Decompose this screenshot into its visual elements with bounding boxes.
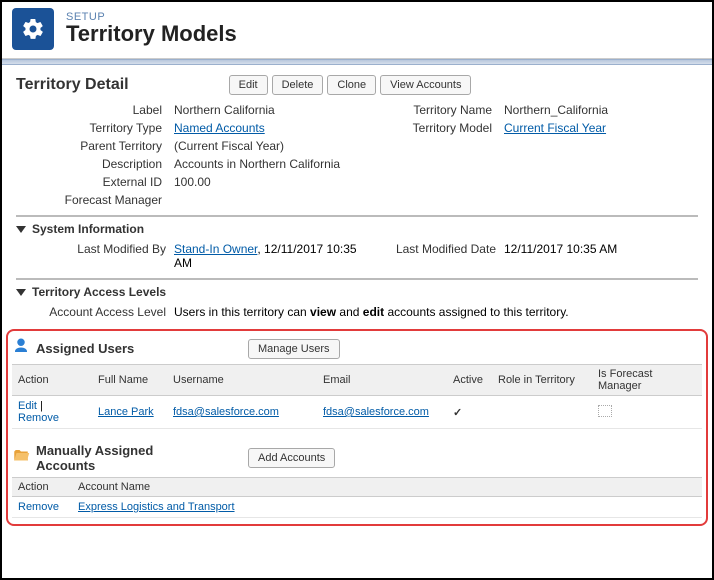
system-info-header[interactable]: System Information — [16, 215, 698, 236]
table-row: Edit | Remove Lance Park fdsa@salesforce… — [12, 396, 702, 429]
edit-link[interactable]: Edit — [18, 400, 37, 412]
collapse-icon — [16, 226, 26, 233]
assigned-users-title: Assigned Users — [36, 341, 134, 356]
parent-territory-value: (Current Fiscal Year) — [174, 139, 368, 153]
page-header: SETUP Territory Models — [2, 2, 712, 59]
detail-header: Territory Detail Edit Delete Clone View … — [16, 75, 698, 95]
system-info-row: Last Modified By Stand-In Owner, 12/11/2… — [16, 242, 698, 270]
user-fullname-link[interactable]: Lance Park — [98, 406, 154, 418]
territory-name-value: Northern_California — [504, 103, 698, 117]
forecast-manager-label: Forecast Manager — [16, 193, 166, 207]
territory-name-label: Territory Name — [376, 103, 496, 117]
last-modified-date-label: Last Modified Date — [376, 242, 496, 270]
user-icon — [12, 337, 30, 360]
manual-accounts-header: Manually Assigned Accounts Add Accounts — [12, 443, 702, 473]
territory-type-link[interactable]: Named Accounts — [174, 121, 265, 135]
access-levels-header[interactable]: Territory Access Levels — [16, 278, 698, 299]
label-value: Northern California — [174, 103, 368, 117]
assigned-users-header: Assigned Users Manage Users — [12, 337, 702, 360]
access-levels-label: Territory Access Levels — [32, 285, 166, 299]
user-username-link[interactable]: fdsa@salesforce.com — [173, 406, 279, 418]
remove-link[interactable]: Remove — [18, 412, 59, 424]
check-icon — [453, 407, 462, 419]
description-label: Description — [16, 157, 166, 171]
access-row: Account Access Level Users in this terri… — [16, 305, 698, 319]
collapse-icon — [16, 289, 26, 296]
col-username: Username — [167, 365, 317, 396]
manual-accounts-title: Manually Assigned Accounts — [36, 443, 186, 473]
col-action: Action — [12, 365, 92, 396]
system-info-label: System Information — [32, 222, 144, 236]
last-modified-by-user[interactable]: Stand-In Owner — [174, 242, 257, 256]
delete-button[interactable]: Delete — [272, 75, 324, 95]
table-row: Remove Express Logistics and Transport — [12, 497, 702, 518]
col-isfm: Is Forecast Manager — [592, 365, 702, 396]
detail-fields: Label Northern California Territory Name… — [16, 103, 698, 207]
external-id-label: External ID — [16, 175, 166, 189]
description-value: Accounts in Northern California — [174, 157, 368, 171]
manual-accounts-table: Action Account Name Remove Express Logis… — [12, 477, 702, 518]
external-id-value: 100.00 — [174, 175, 368, 189]
account-access-label: Account Access Level — [16, 305, 166, 319]
user-email-link[interactable]: fdsa@salesforce.com — [323, 406, 429, 418]
col-action: Action — [12, 478, 72, 497]
detail-title: Territory Detail — [16, 76, 129, 94]
forecast-manager-value — [174, 193, 368, 207]
col-account-name: Account Name — [72, 478, 702, 497]
folder-icon — [12, 447, 30, 470]
view-accounts-button[interactable]: View Accounts — [380, 75, 471, 95]
col-active: Active — [447, 365, 492, 396]
add-accounts-button[interactable]: Add Accounts — [248, 448, 335, 468]
territory-model-link[interactable]: Current Fiscal Year — [504, 121, 606, 135]
gear-icon — [12, 8, 54, 50]
manage-users-button[interactable]: Manage Users — [248, 339, 340, 359]
assigned-users-table: Action Full Name Username Email Active R… — [12, 364, 702, 429]
territory-model-label: Territory Model — [376, 121, 496, 135]
col-role: Role in Territory — [492, 365, 592, 396]
clone-button[interactable]: Clone — [327, 75, 376, 95]
parent-territory-label: Parent Territory — [16, 139, 166, 153]
account-name-link[interactable]: Express Logistics and Transport — [78, 501, 235, 513]
related-lists-box: Assigned Users Manage Users Action Full … — [6, 329, 708, 526]
edit-button[interactable]: Edit — [229, 75, 268, 95]
last-modified-by-label: Last Modified By — [16, 242, 166, 270]
page-title: Territory Models — [66, 21, 237, 47]
account-access-value: Users in this territory can view and edi… — [174, 305, 698, 319]
remove-link[interactable]: Remove — [18, 501, 59, 513]
territory-type-label: Territory Type — [16, 121, 166, 135]
col-fullname: Full Name — [92, 365, 167, 396]
col-email: Email — [317, 365, 447, 396]
label-label: Label — [16, 103, 166, 117]
last-modified-date-value: 12/11/2017 10:35 AM — [504, 242, 698, 270]
unchecked-box-icon — [598, 405, 612, 417]
